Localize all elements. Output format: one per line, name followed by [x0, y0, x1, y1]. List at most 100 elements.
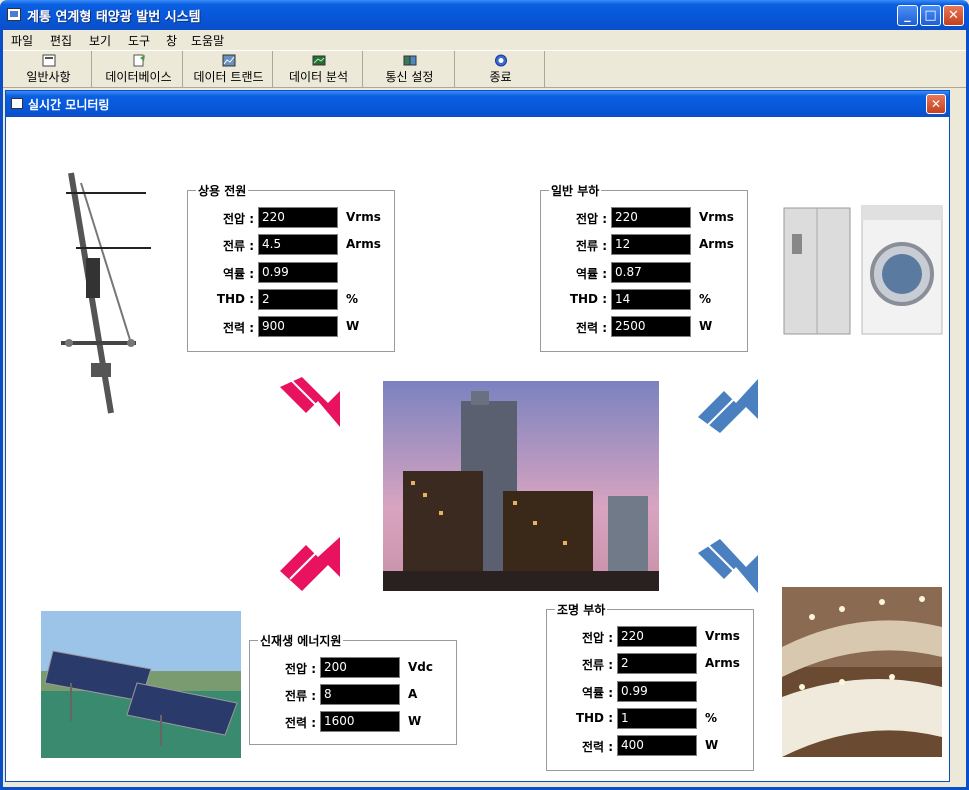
window-title: 계통 연계형 태양광 발번 시스템 [27, 10, 201, 25]
monitoring-titlebar: 실시간 모니터링 ✕ [6, 91, 949, 117]
utility-current-unit: Arms [346, 237, 381, 251]
renewable-power-label: 전력 : [284, 716, 316, 730]
menu-help[interactable]: 도움말 [191, 32, 224, 49]
data-trend-icon [222, 54, 235, 67]
app-icon[interactable] [7, 8, 21, 21]
menu-tools[interactable]: 도구 [128, 32, 150, 49]
renewable-voltage-row: 전압 : 200 Vdc [250, 657, 456, 679]
renewable-current-row: 전류 : 8 A [250, 684, 456, 706]
menu-window[interactable]: 창 [166, 32, 177, 49]
lighting-current-value: 2 [617, 653, 697, 674]
toolbar-database-button[interactable]: 데이터베이스 [95, 51, 183, 88]
lighting-load-title: 조명 부하 [555, 601, 608, 618]
utility-pf-label: 역률 : [222, 267, 254, 281]
renewable-current-label: 전류 : [284, 689, 316, 703]
utility-voltage-row: 전압 : 220 Vrms [188, 207, 394, 229]
toolbar-general-info-button[interactable]: 일반사항 [6, 51, 92, 88]
utility-current-value: 4.5 [258, 234, 338, 255]
renewable-power-unit: W [408, 714, 422, 728]
solar-panel-image [41, 611, 241, 758]
utility-power-unit: W [346, 319, 360, 333]
utility-pf-value: 0.99 [258, 262, 338, 283]
toolbar-comm-settings-button[interactable]: 통신 설정 [365, 51, 455, 88]
general-current-row: 전류 : 12 Arms [541, 234, 747, 256]
close-button[interactable]: ✕ [943, 5, 964, 26]
general-power-label: 전력 : [575, 321, 607, 335]
utility-pole-image [61, 172, 151, 414]
menubar: 파일 편집 보기 도구 창 도움말 [0, 30, 969, 50]
utility-thd-label: THD : [216, 292, 254, 306]
renewable-energy-group: 신재생 에너지원 전압 : 200 Vdc 전류 : 8 A 전력 : 1600… [249, 632, 457, 745]
window-frame-left [0, 50, 3, 790]
renewable-power-value: 1600 [320, 711, 400, 732]
lighting-voltage-label: 전압 : [581, 631, 613, 645]
general-current-value: 12 [611, 234, 691, 255]
toolbar-data-trend-button[interactable]: 데이터 트랜드 [185, 51, 273, 88]
toolbar-exit-button[interactable]: 종료 [457, 51, 545, 88]
lighting-power-value: 400 [617, 735, 697, 756]
general-power-unit: W [699, 319, 713, 333]
menu-file[interactable]: 파일 [11, 32, 33, 49]
lighting-current-unit: Arms [705, 656, 740, 670]
renewable-voltage-unit: Vdc [408, 660, 433, 674]
lighting-thd-unit: % [705, 711, 718, 725]
lighting-load-output-arrow [698, 539, 758, 593]
monitoring-window: 실시간 모니터링 ✕ 상용 전원 전압 : 220 Vrms 전류 : 4.5 … [5, 90, 950, 782]
lighting-power-row: 전력 : 400 W [547, 735, 753, 757]
toolbar-data-analysis-button[interactable]: 데이터 분석 [275, 51, 363, 88]
general-load-output-arrow [698, 379, 758, 433]
utility-voltage-label: 전압 : [222, 212, 254, 226]
menu-edit[interactable]: 편집 [50, 32, 72, 49]
lighting-voltage-unit: Vrms [705, 629, 740, 643]
utility-thd-row: THD : 2 % [188, 289, 394, 311]
data-analysis-icon [312, 55, 325, 66]
appliances-image [782, 204, 944, 336]
general-voltage-row: 전압 : 220 Vrms [541, 207, 747, 229]
renewable-power-row: 전력 : 1600 W [250, 711, 456, 733]
lighting-pf-value: 0.99 [617, 681, 697, 702]
lighting-current-row: 전류 : 2 Arms [547, 653, 753, 675]
lighting-pf-label: 역률 : [581, 686, 613, 700]
general-current-unit: Arms [699, 237, 734, 251]
maximize-button[interactable]: □ [920, 5, 941, 26]
general-current-label: 전류 : [575, 239, 607, 253]
menu-view[interactable]: 보기 [89, 32, 111, 49]
renewable-input-arrow [280, 537, 340, 591]
renewable-voltage-label: 전압 : [284, 662, 316, 676]
general-load-title: 일반 부하 [549, 182, 602, 199]
general-info-icon [42, 54, 55, 67]
utility-pf-row: 역률 : 0.99 [188, 262, 394, 284]
general-voltage-unit: Vrms [699, 210, 734, 224]
general-voltage-label: 전압 : [575, 212, 607, 226]
utility-current-label: 전류 : [222, 239, 254, 253]
lighting-thd-label: THD : [575, 711, 613, 725]
lighting-pf-row: 역률 : 0.99 [547, 681, 753, 703]
general-thd-unit: % [699, 292, 712, 306]
utility-thd-unit: % [346, 292, 359, 306]
general-pf-row: 역률 : 0.87 [541, 262, 747, 284]
general-pf-label: 역률 : [575, 267, 607, 281]
utility-power-row: 전력 : 900 W [188, 316, 394, 338]
utility-voltage-unit: Vrms [346, 210, 381, 224]
renewable-current-value: 8 [320, 684, 400, 705]
renewable-energy-title: 신재생 에너지원 [258, 632, 344, 649]
comm-settings-icon [403, 55, 416, 66]
utility-current-row: 전류 : 4.5 Arms [188, 234, 394, 256]
minimize-button[interactable]: _ [897, 5, 918, 26]
utility-power-group: 상용 전원 전압 : 220 Vrms 전류 : 4.5 Arms 역률 : 0… [187, 182, 395, 352]
lighting-thd-row: THD : 1 % [547, 708, 753, 730]
lighting-power-unit: W [705, 738, 719, 752]
renewable-voltage-value: 200 [320, 657, 400, 678]
utility-power-value: 900 [258, 316, 338, 337]
general-thd-value: 14 [611, 289, 691, 310]
utility-power-label: 전력 : [222, 321, 254, 335]
general-thd-row: THD : 14 % [541, 289, 747, 311]
lighting-power-label: 전력 : [581, 740, 613, 754]
monitoring-close-button[interactable]: ✕ [926, 94, 946, 114]
toolbar: 일반사항 데이터베이스 데이터 트랜드 데이터 분석 통신 설정 종료 [3, 50, 966, 88]
general-voltage-value: 220 [611, 207, 691, 228]
general-thd-label: THD : [569, 292, 607, 306]
ceiling-lighting-image [782, 587, 942, 757]
utility-thd-value: 2 [258, 289, 338, 310]
lighting-voltage-value: 220 [617, 626, 697, 647]
